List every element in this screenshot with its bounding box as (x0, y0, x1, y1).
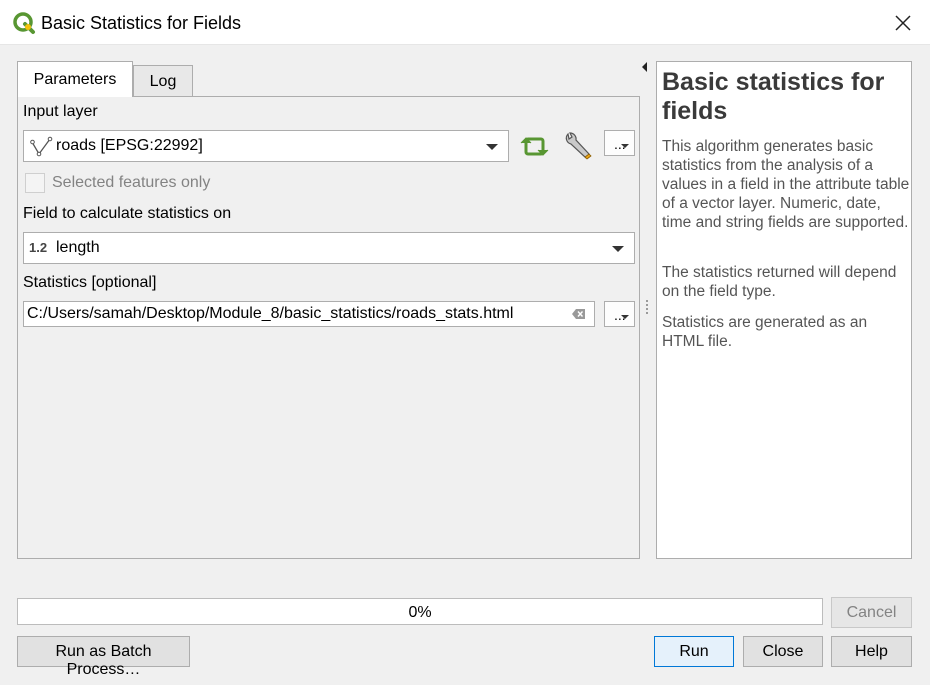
run-as-batch-button[interactable]: Run as Batch Process… (17, 636, 190, 678)
window-title: Basic Statistics for Fields (41, 13, 242, 33)
selected-features-label: Selected features only (52, 174, 211, 191)
statistics-output-input[interactable] (27, 304, 567, 324)
chevron-down-icon (621, 315, 629, 319)
clear-text-icon[interactable] (572, 308, 586, 320)
input-layer-value: roads [EPSG:22992] (56, 137, 203, 154)
help-paragraph-1: This algorithm generates basic statistic… (662, 138, 910, 231)
tab-parameters-label: Parameters (33, 71, 117, 88)
chevron-down-icon (486, 144, 498, 150)
statistics-label: Statistics [optional] (23, 274, 157, 291)
tab-log[interactable]: Log (133, 65, 193, 96)
close-icon[interactable] (889, 9, 917, 37)
tab-log-label: Log (149, 73, 177, 90)
statistics-output-options-button[interactable]: ... (604, 301, 635, 327)
chevron-down-icon (612, 246, 624, 252)
qgis-logo-icon (13, 12, 35, 34)
splitter-handle[interactable] (646, 300, 648, 316)
help-paragraph-3: Statistics are generated as an HTML file… (662, 314, 868, 350)
help-panel: Basic statistics for fields This algorit… (656, 61, 912, 559)
help-paragraph-2: The statistics returned will depend on t… (662, 264, 897, 300)
line-layer-icon (30, 136, 53, 157)
title-bar: Basic Statistics for Fields (0, 0, 930, 45)
numeric-field-icon: 1.2 (29, 240, 48, 255)
wrench-icon[interactable] (562, 131, 596, 161)
cancel-button[interactable]: Cancel (831, 597, 912, 628)
run-button[interactable]: Run (654, 636, 734, 667)
selected-features-checkbox[interactable] (25, 173, 45, 193)
iterate-icon[interactable] (520, 134, 550, 160)
field-combo[interactable]: 1.2 length (23, 232, 635, 264)
parameters-page: Input layer roads [EPSG:22992] ... Selec… (17, 96, 640, 559)
field-value: length (56, 239, 100, 256)
statistics-output-field[interactable] (23, 301, 595, 327)
progress-text: 0% (408, 604, 432, 621)
help-button[interactable]: Help (831, 636, 912, 667)
close-button[interactable]: Close (743, 636, 823, 667)
input-layer-options-button[interactable]: ... (604, 130, 635, 156)
collapse-help-icon[interactable] (642, 62, 647, 72)
parameters-panel: Parameters Log Input layer roads [EPSG:2… (17, 61, 640, 559)
tab-parameters[interactable]: Parameters (17, 61, 133, 97)
input-layer-label: Input layer (23, 103, 98, 120)
chevron-down-icon (621, 144, 629, 148)
input-layer-combo[interactable]: roads [EPSG:22992] (23, 130, 509, 162)
progress-bar: 0% (17, 598, 823, 625)
help-title: Basic statistics for fields (662, 68, 885, 125)
field-label: Field to calculate statistics on (23, 205, 232, 222)
